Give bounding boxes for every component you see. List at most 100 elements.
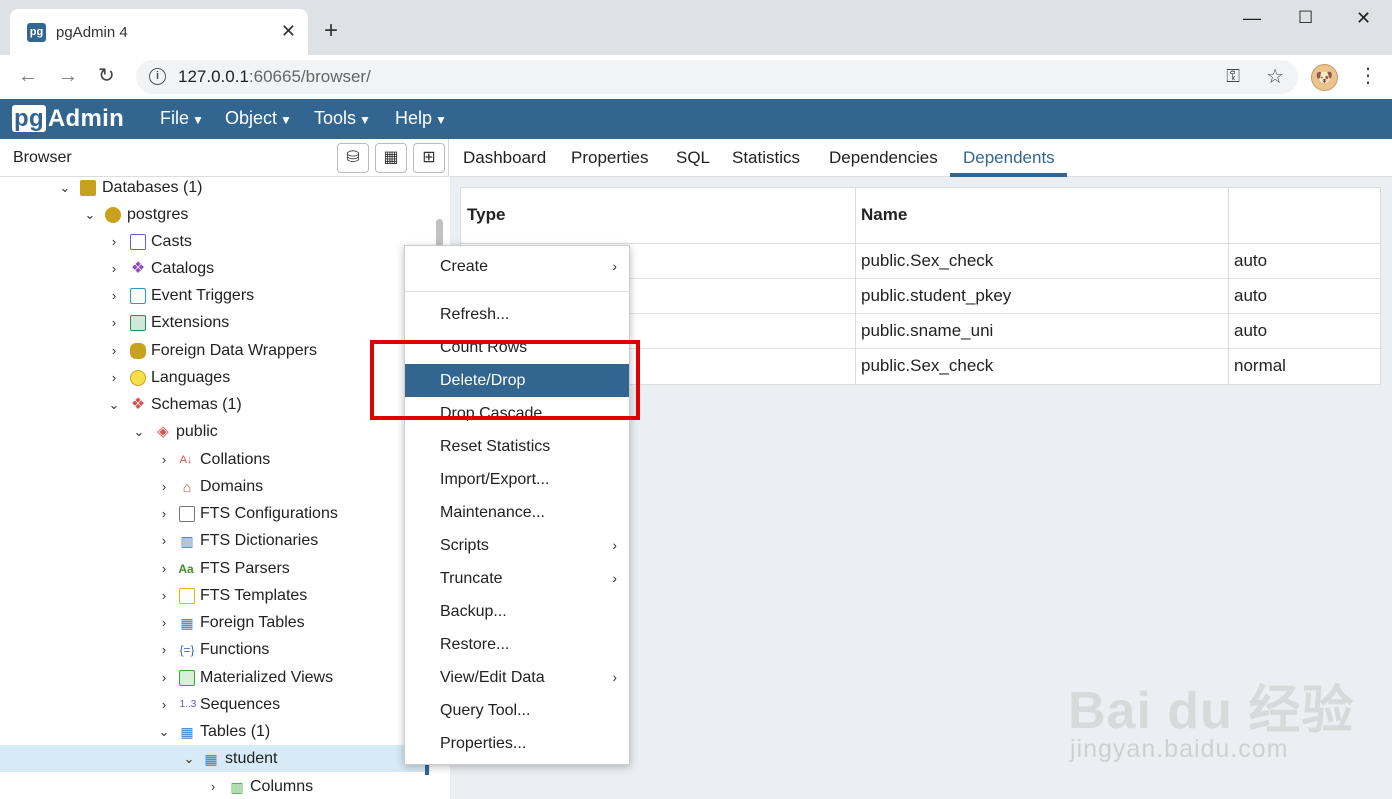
tree-item-tables[interactable]: ⌄ ▦ Tables (1) [0,718,430,745]
cell-restriction: auto [1234,321,1268,340]
menu-item-reset-statistics[interactable]: Reset Statistics [405,430,629,463]
menu-item-restore[interactable]: Restore... [405,628,629,661]
menu-help[interactable]: Help ▼ [395,108,447,129]
tab-dependencies[interactable]: Dependencies [829,148,938,168]
menu-item-query-tool[interactable]: Query Tool... [405,694,629,727]
chevron-down-icon[interactable]: ⌄ [132,418,146,445]
view-data-button[interactable]: ▦ [375,143,407,173]
menu-item-create[interactable]: Create › [405,250,629,283]
chevron-right-icon[interactable]: › [157,691,171,718]
tree-item-fts-parsers[interactable]: › Aa FTS Parsers [0,555,430,582]
chevron-right-icon[interactable]: › [157,555,171,582]
menu-item-backup[interactable]: Backup... [405,595,629,628]
chevron-right-icon[interactable]: › [157,500,171,527]
object-tree[interactable]: ⌄ Databases (1) ⌄ postgres › Casts › ❖ C… [0,177,430,799]
tree-item-fts-dictionaries[interactable]: › ▥ FTS Dictionaries [0,527,430,554]
tree-item-fts-templates[interactable]: › FTS Templates [0,582,430,609]
chevron-right-icon[interactable]: › [107,255,121,282]
tree-item-schemas[interactable]: ⌄ ❖ Schemas (1) [0,391,430,418]
window-close-icon[interactable]: ✕ [1356,8,1371,29]
tree-item-event-triggers[interactable]: › Event Triggers [0,282,430,309]
menu-item-truncate[interactable]: Truncate › [405,562,629,595]
chevron-down-icon[interactable]: ⌄ [83,201,97,228]
chevron-right-icon[interactable]: › [157,609,171,636]
chevron-right-icon[interactable]: › [107,309,121,336]
tree-item-domains[interactable]: › ⌂ Domains [0,473,430,500]
tree-item-collations[interactable]: › A↓ Collations [0,446,430,473]
menu-item-view-edit-data[interactable]: View/Edit Data › [405,661,629,694]
tree-item-foreign-tables[interactable]: › ▦ Foreign Tables [0,609,430,636]
chevron-down-icon[interactable]: ⌄ [182,745,196,772]
chevron-right-icon[interactable]: › [107,228,121,255]
chevron-right-icon[interactable]: › [107,337,121,364]
back-icon[interactable]: ← [18,64,38,88]
chevron-right-icon[interactable]: › [157,527,171,554]
maximize-icon[interactable]: ☐ [1298,8,1313,28]
menu-item-maintenance[interactable]: Maintenance... [405,496,629,529]
reload-icon[interactable]: ↻ [98,64,115,88]
browser-tab[interactable]: pg pgAdmin 4 ✕ [10,9,308,55]
chevron-down-icon[interactable]: ⌄ [157,718,171,745]
menu-item-properties[interactable]: Properties... [405,727,629,760]
tree-item-materialized-views[interactable]: › Materialized Views [0,664,430,691]
chrome-menu-icon[interactable]: ⋮ [1358,63,1378,89]
menu-tools[interactable]: Tools ▼ [314,108,371,129]
tree-item-foreign-data-wrappers[interactable]: › Foreign Data Wrappers [0,337,430,364]
tab-dependents[interactable]: Dependents [963,148,1055,168]
tree-item-fts-configurations[interactable]: › FTS Configurations [0,500,430,527]
tab-sql[interactable]: SQL [676,148,710,168]
menu-object[interactable]: Object ▼ [225,108,292,129]
chevron-right-icon[interactable]: › [157,636,171,663]
chevron-right-icon[interactable]: › [157,582,171,609]
tree-item-casts[interactable]: › Casts [0,228,430,255]
baidu-watermark: Bai du 经验 [1068,682,1355,740]
query-tool-button[interactable]: ⛁ [337,143,369,173]
tree-item-public[interactable]: ⌄ ◈ public [0,418,430,445]
forward-icon[interactable]: → [58,64,78,88]
menu-file[interactable]: File ▼ [160,108,204,129]
chevron-right-icon[interactable]: › [157,446,171,473]
password-key-icon[interactable]: ⚿ [1226,66,1240,87]
menu-item-scripts[interactable]: Scripts › [405,529,629,562]
url-text[interactable]: 127.0.0.1:60665/browser/ [178,67,371,87]
filter-rows-button[interactable]: ⊞ [413,143,445,173]
url-omnibox[interactable]: i 127.0.0.1:60665/browser/ ⚿ ☆ [136,60,1298,94]
chevron-down-icon[interactable]: ⌄ [107,391,121,418]
browser-panel-header: Browser ⛁ ▦ ⊞ [0,139,449,177]
database-icon [105,207,121,223]
tree-item-sequences[interactable]: › 1..3 Sequences [0,691,430,718]
column-header-type[interactable]: Type [461,198,505,232]
chevron-down-icon[interactable]: ⌄ [58,177,72,201]
tab-properties[interactable]: Properties [571,148,648,168]
menu-item-label: Backup... [440,603,507,620]
menu-item-refresh[interactable]: Refresh... [405,298,629,331]
tree-item-languages[interactable]: › Languages [0,364,430,391]
menu-item-import-export[interactable]: Import/Export... [405,463,629,496]
close-tab-icon[interactable]: ✕ [281,21,296,41]
site-info-icon[interactable]: i [149,68,166,85]
column-header-name[interactable]: Name [855,198,907,232]
tree-item-student[interactable]: ⌄ ▦ student [0,745,430,772]
tree-item-postgres[interactable]: ⌄ postgres [0,201,430,228]
tree-item-extensions[interactable]: › Extensions [0,309,430,336]
tree-label: Materialized Views [200,669,334,686]
chevron-right-icon[interactable]: › [157,473,171,500]
new-tab-icon[interactable]: + [324,18,338,44]
chevron-right-icon[interactable]: › [107,282,121,309]
url-path: :60665/browser/ [248,67,371,86]
minimize-icon[interactable]: — [1243,8,1261,29]
tree-item-databases[interactable]: ⌄ Databases (1) [0,177,430,201]
tab-dashboard[interactable]: Dashboard [463,148,546,168]
tab-statistics[interactable]: Statistics [732,148,800,168]
bookmark-star-icon[interactable]: ☆ [1266,64,1284,89]
chevron-right-icon[interactable]: › [107,364,121,391]
tree-item-columns[interactable]: › ▥ Columns [0,773,430,799]
chevron-right-icon[interactable]: › [157,664,171,691]
chevron-right-icon: › [612,570,617,586]
tree-item-functions[interactable]: › {=} Functions [0,636,430,663]
tree-label: postgres [127,206,189,223]
chevron-right-icon[interactable]: › [206,773,220,799]
tree-item-catalogs[interactable]: › ❖ Catalogs [0,255,430,282]
profile-avatar-icon[interactable]: 🐶 [1311,64,1338,91]
column-divider [1228,188,1229,384]
